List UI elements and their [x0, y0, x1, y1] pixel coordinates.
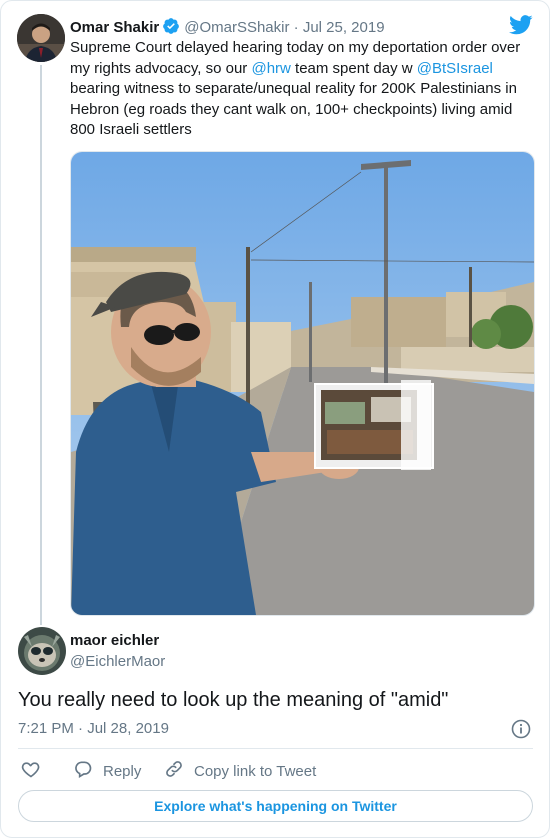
meta-separator: ·	[78, 720, 84, 737]
like-button[interactable]	[21, 759, 41, 783]
divider	[18, 748, 533, 749]
copy-link-label[interactable]: Copy link to Tweet	[194, 763, 316, 780]
reply-date[interactable]: Jul 28, 2019	[87, 720, 169, 737]
tweet-text-part: team spent day w	[290, 59, 417, 77]
explore-twitter-button[interactable]: Explore what's happening on Twitter	[18, 790, 533, 822]
twitter-bird-icon[interactable]	[509, 15, 533, 40]
heart-icon	[21, 759, 41, 783]
reply-bubble-icon	[73, 759, 93, 783]
info-icon[interactable]	[511, 719, 531, 744]
mention-link-btsisrael[interactable]: @BtSIsrael	[417, 60, 493, 77]
reply-tweet-text: You really need to look up the meaning o…	[18, 689, 449, 711]
reply-timestamp[interactable]: 7:21 PM · Jul 28, 2019	[18, 720, 169, 737]
parent-handle[interactable]: @OmarSShakir	[184, 19, 289, 36]
tweet-text-part: bearing witness to separate/unequal real…	[70, 80, 517, 138]
tweet-embed-card: Omar Shakir @OmarSShakir · Jul 25, 2019 S…	[0, 0, 550, 838]
mention-link-hrw[interactable]: @hrw	[251, 60, 290, 77]
reply-author-name[interactable]: maor eichler	[70, 632, 159, 649]
reply-label[interactable]: Reply	[103, 763, 141, 780]
parent-name[interactable]: Omar Shakir	[70, 19, 159, 36]
reply-time[interactable]: 7:21 PM	[18, 720, 74, 737]
parent-tweet-text: Supreme Court delayed hearing today on m…	[70, 38, 532, 141]
thread-connector-line	[40, 65, 42, 625]
reply-button[interactable]: Reply	[73, 759, 141, 783]
tweet-photo[interactable]	[70, 151, 535, 616]
link-icon	[164, 759, 184, 783]
reply-avatar[interactable]	[18, 627, 66, 675]
parent-avatar[interactable]	[17, 14, 65, 62]
copy-link-button[interactable]: Copy link to Tweet	[164, 759, 316, 783]
reply-author-handle[interactable]: @EichlerMaor	[70, 653, 165, 670]
meta-separator: ·	[293, 19, 299, 36]
tweet-actions-bar: Reply Copy link to Tweet	[18, 759, 538, 781]
parent-date[interactable]: Jul 25, 2019	[303, 19, 385, 36]
